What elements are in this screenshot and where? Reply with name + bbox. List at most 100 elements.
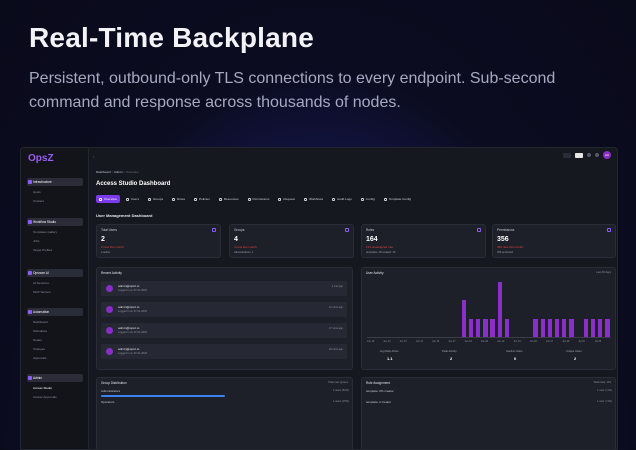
- tab-config[interactable]: Config: [358, 195, 378, 203]
- topbar-actions: AU: [563, 151, 611, 159]
- activity-bar[interactable]: [569, 318, 574, 337]
- tab-audit-logs[interactable]: Audit Logs: [329, 195, 355, 203]
- avatar: [106, 348, 113, 355]
- x-tick-label: Jun 26: [529, 340, 537, 343]
- sidebar-item-automation[interactable]: Automation: [27, 308, 83, 316]
- tab-resources[interactable]: Resources: [216, 195, 242, 203]
- time-range-select[interactable]: Last 30 days: [596, 271, 611, 274]
- stat-card-users[interactable]: Total Users 2 2 new this month 2 active: [96, 224, 221, 258]
- permissions-icon: [247, 197, 251, 201]
- sidebar-item-admin[interactable]: Admin: [27, 374, 83, 382]
- roles-icon: [477, 228, 481, 232]
- sidebar-sub-templates[interactable]: Templates Gallery: [33, 230, 57, 234]
- activity-bar[interactable]: [504, 318, 510, 337]
- ai-icon: [28, 271, 32, 275]
- stat-card-groups[interactable]: Groups 4 4 new this month Administrators…: [229, 224, 354, 258]
- x-tick-label: Jun 19: [464, 340, 472, 343]
- tab-request[interactable]: Request: [275, 195, 298, 203]
- activity-row[interactable]: admin@opsz.io Logged in on 07-01-2026 12…: [101, 302, 347, 317]
- tab-bar: Overview Users Groups Roles Policies Res…: [96, 195, 414, 203]
- automation-icon: [28, 310, 32, 314]
- activity-row[interactable]: admin@opsz.io Logged in on 07-01-2026 20…: [101, 344, 347, 359]
- sidebar-sub-jobs[interactable]: Jobs: [33, 239, 39, 243]
- sidebar-item-infrastructure[interactable]: Infrastructure: [27, 178, 83, 186]
- activity-row[interactable]: admin@opsz.io Logged in on 07-01-2026 17…: [101, 323, 347, 338]
- sidebar-sub-access-approvals[interactable]: Access Approvals: [33, 395, 57, 399]
- notification-icon[interactable]: [587, 153, 591, 157]
- app-screenshot: OpsZ Infrastructure Hosts Clusters Workf…: [20, 147, 618, 450]
- config-icon: [360, 197, 364, 201]
- tab-groups[interactable]: Groups: [145, 195, 166, 203]
- tab-workflows[interactable]: Workflows: [301, 195, 326, 203]
- tab-overview[interactable]: Overview: [96, 195, 120, 203]
- collapse-sidebar-icon[interactable]: ‹: [93, 154, 94, 159]
- sidebar-sub-target-profiles[interactable]: Target Profiles: [33, 248, 52, 252]
- avatar: [106, 327, 113, 334]
- role-assignment-panel: Role Assignment Total roles: 164 templat…: [361, 377, 616, 449]
- tab-roles[interactable]: Roles: [169, 195, 188, 203]
- admin-icon: [28, 376, 32, 380]
- group-row[interactable]: Administrators 2 users (50%): [101, 389, 349, 393]
- hero-subtitle: Persistent, outbound-only TLS connection…: [29, 70, 556, 111]
- sidebar-sub-approvals[interactable]: Approvals: [33, 356, 46, 360]
- role-row[interactable]: template: 0% creator 1 user (<1%): [366, 389, 612, 393]
- activity-bar[interactable]: [598, 318, 603, 337]
- tab-permissions[interactable]: Permissions: [245, 195, 273, 203]
- sidebar-sub-dashboard[interactable]: Dashboard: [33, 320, 48, 324]
- sidebar-item-ai[interactable]: Opsnom AI: [27, 269, 83, 277]
- sidebar: OpsZ Infrastructure Hosts Clusters Workf…: [21, 148, 89, 449]
- sidebar-sub-schedules[interactable]: Schedules: [33, 329, 47, 333]
- template-config-icon: [383, 197, 387, 201]
- activity-bar[interactable]: [590, 318, 596, 337]
- theme-toggle[interactable]: [575, 152, 583, 158]
- sidebar-sub-hosts[interactable]: Hosts: [33, 190, 41, 194]
- tab-template-config[interactable]: Template Config: [381, 195, 414, 203]
- x-tick-label: Jul 01: [578, 340, 585, 343]
- settings-icon[interactable]: [595, 153, 599, 157]
- activity-bar[interactable]: [497, 282, 502, 337]
- activity-bar[interactable]: [583, 318, 589, 337]
- activity-chart: [367, 282, 611, 338]
- user-activity-panel: User Activity Last 30 days Jun 10 Jun 12 J…: [361, 267, 616, 370]
- sidebar-sub-clusters[interactable]: Clusters: [33, 199, 44, 203]
- sidebar-sub-access-studio[interactable]: Access Studio: [33, 386, 52, 390]
- user-avatar[interactable]: AU: [603, 151, 611, 159]
- tab-policies[interactable]: Policies: [191, 195, 213, 203]
- page-title: Access Studio Dashboard: [96, 181, 171, 187]
- app-logo[interactable]: OpsZ: [28, 153, 54, 164]
- sidebar-sub-ai-sessions[interactable]: AI Sessions: [33, 281, 49, 285]
- activity-bar[interactable]: [605, 318, 610, 337]
- sidebar-sub-nodes[interactable]: Nodes: [33, 338, 42, 342]
- activity-bar[interactable]: [476, 318, 481, 337]
- breadcrumb-dashboard[interactable]: Dashboard: [96, 170, 111, 174]
- activity-row[interactable]: admin@opsz.io Logged in on 07-01-2026 1 …: [101, 281, 347, 296]
- activity-bar[interactable]: [490, 318, 495, 337]
- x-tick-label: Jun 22: [497, 340, 505, 343]
- server-icon: [28, 180, 32, 184]
- activity-bar[interactable]: [533, 318, 538, 337]
- request-icon: [278, 197, 282, 201]
- search-icon[interactable]: [563, 152, 571, 158]
- activity-bar[interactable]: [555, 318, 560, 337]
- activity-bar[interactable]: [461, 300, 467, 337]
- stat-card-permissions[interactable]: Permissions 356 356 new this month 356 p…: [492, 224, 616, 258]
- avatar: [106, 306, 113, 313]
- activity-bar[interactable]: [562, 318, 567, 337]
- stat-card-roles[interactable]: Roles 164 164 unassigned role templates:…: [361, 224, 486, 258]
- sidebar-sub-changes[interactable]: Changes: [33, 347, 45, 351]
- breadcrumb-admin[interactable]: Admin: [114, 170, 123, 174]
- activity-bar[interactable]: [483, 318, 488, 337]
- x-tick-label: Jun 27: [545, 340, 554, 343]
- sidebar-sub-mcp-servers[interactable]: MCP Servers: [33, 290, 51, 294]
- group-row[interactable]: Operators 1 users (25%): [101, 400, 349, 404]
- sidebar-item-workflow-studio[interactable]: Workflow Studio: [27, 218, 83, 226]
- x-tick-label: Jun 10: [367, 340, 375, 343]
- tab-users[interactable]: Users: [123, 195, 142, 203]
- role-row[interactable]: template: 2 creator 1 user (<1%): [366, 400, 612, 404]
- activity-bar[interactable]: [540, 318, 545, 337]
- policies-icon: [194, 197, 198, 201]
- group-progress: [101, 395, 225, 397]
- hero-title: Real-Time Backplane: [29, 22, 314, 53]
- activity-bar[interactable]: [468, 318, 474, 337]
- activity-bar[interactable]: [547, 318, 553, 337]
